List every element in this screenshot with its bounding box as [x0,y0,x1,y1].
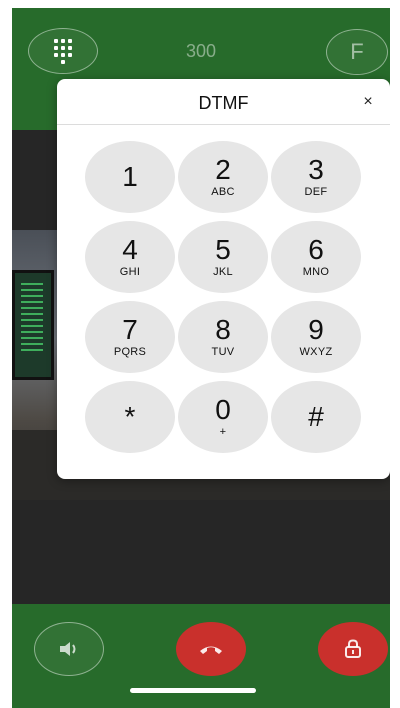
key-digit: # [308,401,324,432]
dtmf-keypad: 1 2 ABC 3 DEF 4 GHI 5 JKL 6 MNO 7 PQRS 8 TUV 9 WXYZ * 0 + # [85,141,361,453]
key-digit: 8 [215,314,231,345]
home-indicator[interactable] [130,688,256,693]
dtmf-key[interactable]: 7 PQRS [85,301,175,373]
dtmf-key[interactable]: 6 MNO [271,221,361,293]
key-digit: 5 [215,234,231,265]
dtmf-key[interactable]: 1 [85,141,175,213]
close-button[interactable]: × [358,91,378,113]
key-letters: JKL [213,266,233,278]
hang-up-button[interactable] [176,622,246,676]
key-letters: WXYZ [299,346,333,358]
speaker-icon [60,642,76,656]
key-digit: 4 [122,234,138,265]
speaker-button[interactable] [34,622,104,676]
key-digit: * [124,401,136,432]
hang-up-icon [200,646,222,654]
key-digit: 7 [122,314,138,345]
key-letters: + [219,426,227,438]
key-digit: 2 [215,154,231,185]
lock-button[interactable] [318,622,388,676]
call-screen: 300 F DTMF × 1 2 ABC 3 DEF 4 GHI 5 JKL 6… [12,8,390,708]
key-letters: DEF [304,186,328,198]
dtmf-key[interactable]: 2 ABC [178,141,268,213]
dtmf-key[interactable]: 0 + [178,381,268,453]
key-letters: ABC [211,186,235,198]
key-digit: 1 [122,161,138,192]
key-letters: GHI [119,266,141,278]
dtmf-key[interactable]: * [85,381,175,453]
key-digit: 0 [215,394,231,425]
dtmf-key[interactable]: 4 GHI [85,221,175,293]
dtmf-key[interactable]: # [271,381,361,453]
key-letters: MNO [302,266,330,278]
dtmf-dialog: DTMF × 1 2 ABC 3 DEF 4 GHI 5 JKL 6 MNO 7 PQRS 8 TUV 9 WX… [57,79,390,479]
dtmf-key[interactable]: 5 JKL [178,221,268,293]
key-digit: 9 [308,314,324,345]
dtmf-title: DTMF [198,93,249,113]
lock-icon [345,639,361,658]
dtmf-key[interactable]: 3 DEF [271,141,361,213]
key-digit: 6 [308,234,324,265]
dtmf-key[interactable]: 9 WXYZ [271,301,361,373]
avatar[interactable]: F [326,29,388,75]
key-letters: PQRS [113,346,147,358]
divider [57,124,390,125]
key-letters: TUV [211,346,235,358]
dtmf-key[interactable]: 8 TUV [178,301,268,373]
key-digit: 3 [308,154,324,185]
